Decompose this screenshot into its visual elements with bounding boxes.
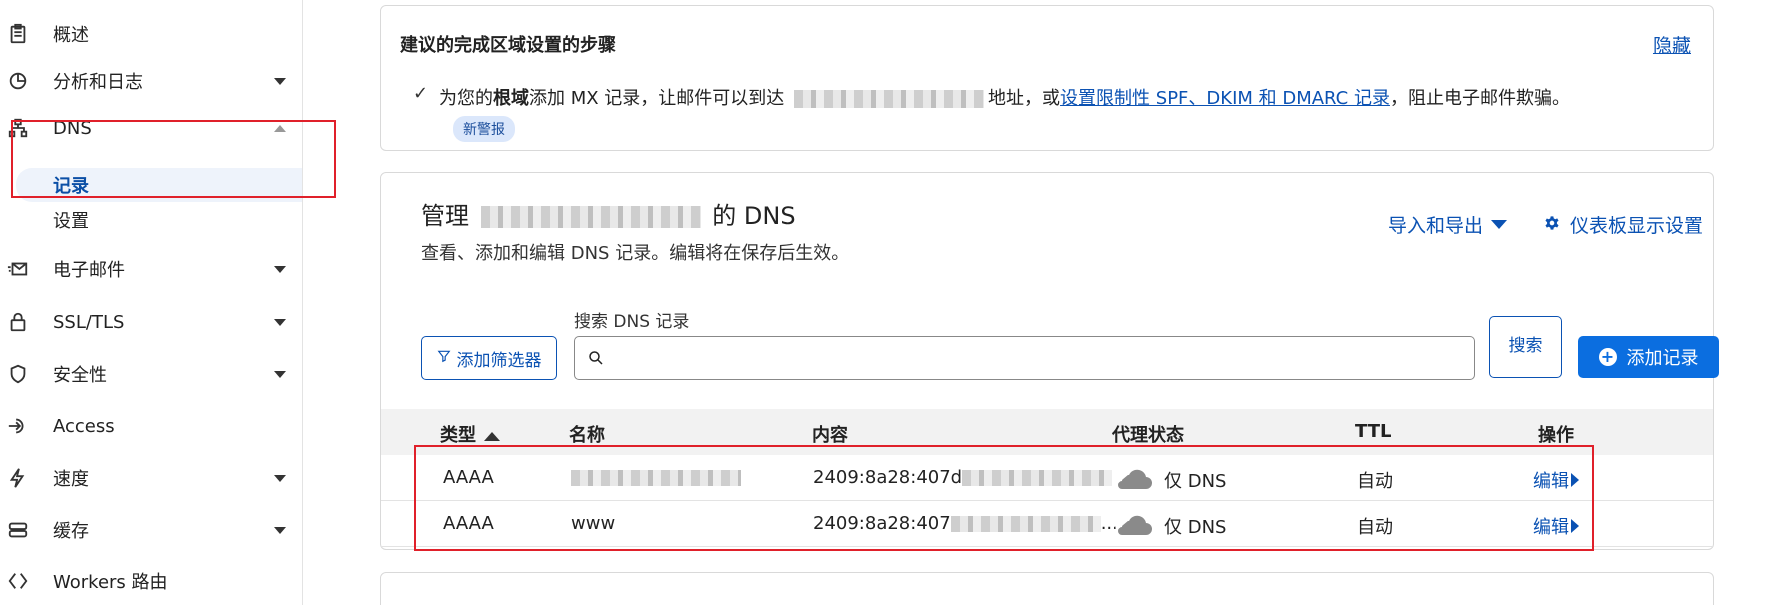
- sidebar-subitem-settings[interactable]: 设置: [16, 203, 302, 237]
- sidebar: 概述 分析和日志 DNS 记录 设置 电子邮件 SSL/TLS 安全性 Acce…: [0, 0, 303, 605]
- add-record-label: 添加记录: [1626, 348, 1699, 369]
- text-bold-root: 根域: [493, 88, 529, 109]
- filter-icon: [437, 348, 451, 368]
- sidebar-item-label: 安全性: [53, 365, 107, 386]
- suggested-steps-card: 建议的完成区域设置的步骤 隐藏 ✓ 为您的根域添加 MX 记录，让邮件可以到达 …: [380, 5, 1714, 151]
- column-proxy-header: 代理状态: [1112, 425, 1184, 446]
- chevron-down-icon[interactable]: [274, 474, 286, 482]
- lock-icon: [6, 310, 30, 334]
- redacted-email: [794, 90, 985, 108]
- sidebar-item-ssl-tls[interactable]: SSL/TLS: [0, 302, 302, 342]
- search-button[interactable]: 搜索: [1489, 316, 1562, 378]
- sidebar-item-label: Access: [53, 415, 115, 437]
- sidebar-item-overview[interactable]: 概述: [0, 14, 302, 54]
- chevron-down-icon[interactable]: [274, 526, 286, 534]
- add-filter-button[interactable]: 添加筛选器: [421, 336, 557, 380]
- column-ttl-header: TTL: [1355, 421, 1392, 442]
- hide-link[interactable]: 隐藏: [1653, 31, 1691, 58]
- search-label: 搜索 DNS 记录: [574, 312, 690, 332]
- import-export-label: 导入和导出: [1388, 215, 1484, 237]
- sidebar-item-label: 缓存: [53, 521, 89, 542]
- sidebar-item-workers-routes[interactable]: Workers 路由: [0, 561, 302, 601]
- suggestion-text: 为您的根域添加 MX 记录，让邮件可以到达 地址，或设置限制性 SPF、DKIM…: [439, 84, 1570, 110]
- shield-icon: [6, 362, 30, 386]
- page-description: 查看、添加和编辑 DNS 记录。编辑将在保存后生效。: [421, 243, 850, 264]
- sidebar-item-speed[interactable]: 速度: [0, 458, 302, 498]
- import-export-menu[interactable]: 导入和导出: [1388, 211, 1508, 238]
- gear-icon: [1544, 214, 1560, 236]
- next-card: [380, 572, 1714, 605]
- lightning-icon: [6, 466, 30, 490]
- redacted-domain: [480, 206, 701, 228]
- text-segment: 地址，或: [988, 88, 1061, 109]
- search-icon: [587, 349, 605, 372]
- sidebar-item-label: 速度: [53, 469, 89, 490]
- sidebar-item-security[interactable]: 安全性: [0, 354, 302, 394]
- text-segment: 为您的: [439, 88, 493, 109]
- column-name-header: 名称: [569, 425, 605, 446]
- login-arrow-icon: [6, 414, 30, 438]
- new-alert-badge: 新警报: [453, 116, 515, 142]
- title-prefix: 管理: [421, 202, 469, 230]
- sidebar-item-label: Workers 路由: [53, 572, 168, 593]
- column-type-header[interactable]: 类型: [440, 421, 500, 447]
- sidebar-item-access[interactable]: Access: [0, 406, 302, 446]
- annotation-highlight-box: [11, 120, 336, 198]
- add-record-button[interactable]: + 添加记录: [1578, 336, 1719, 378]
- mail-icon: [6, 257, 30, 281]
- text-segment: ，阻止电子邮件欺骗。: [1389, 88, 1570, 109]
- caret-down-icon: [1491, 220, 1508, 229]
- spf-dkim-dmarc-link[interactable]: 设置限制性 SPF、DKIM 和 DMARC 记录: [1060, 88, 1390, 109]
- column-content-header: 内容: [812, 425, 848, 446]
- sidebar-item-label: 概述: [53, 25, 89, 46]
- annotation-highlight-box: [414, 445, 1594, 551]
- sidebar-item-analytics[interactable]: 分析和日志: [0, 61, 302, 101]
- sidebar-item-label: 分析和日志: [53, 72, 143, 93]
- sidebar-subitem-label: 设置: [53, 211, 89, 232]
- clipboard-icon: [6, 22, 30, 46]
- chevron-down-icon[interactable]: [274, 318, 286, 326]
- search-input[interactable]: [574, 336, 1475, 380]
- sidebar-item-cache[interactable]: 缓存: [0, 510, 302, 550]
- column-actions-header: 操作: [1538, 425, 1574, 446]
- chevron-down-icon[interactable]: [274, 77, 286, 85]
- dashboard-display-settings[interactable]: 仪表板显示设置: [1544, 211, 1703, 238]
- sidebar-item-email[interactable]: 电子邮件: [0, 249, 302, 289]
- sidebar-item-label: 电子邮件: [53, 260, 125, 281]
- workers-icon: [6, 569, 30, 593]
- chevron-down-icon[interactable]: [274, 265, 286, 273]
- check-icon: ✓: [413, 83, 429, 104]
- title-suffix: 的 DNS: [712, 202, 796, 230]
- pie-chart-icon: [6, 69, 30, 93]
- text-segment: 添加 MX 记录，让邮件可以到达: [529, 88, 785, 109]
- chevron-down-icon[interactable]: [274, 370, 286, 378]
- sidebar-item-label: SSL/TLS: [53, 311, 125, 333]
- add-filter-label: 添加筛选器: [456, 350, 542, 371]
- plus-circle-icon: +: [1598, 348, 1617, 366]
- card-title: 建议的完成区域设置的步骤: [400, 35, 616, 56]
- database-icon: [6, 518, 30, 542]
- dashboard-settings-label: 仪表板显示设置: [1570, 215, 1704, 237]
- page-title: 管理 的 DNS: [421, 196, 796, 231]
